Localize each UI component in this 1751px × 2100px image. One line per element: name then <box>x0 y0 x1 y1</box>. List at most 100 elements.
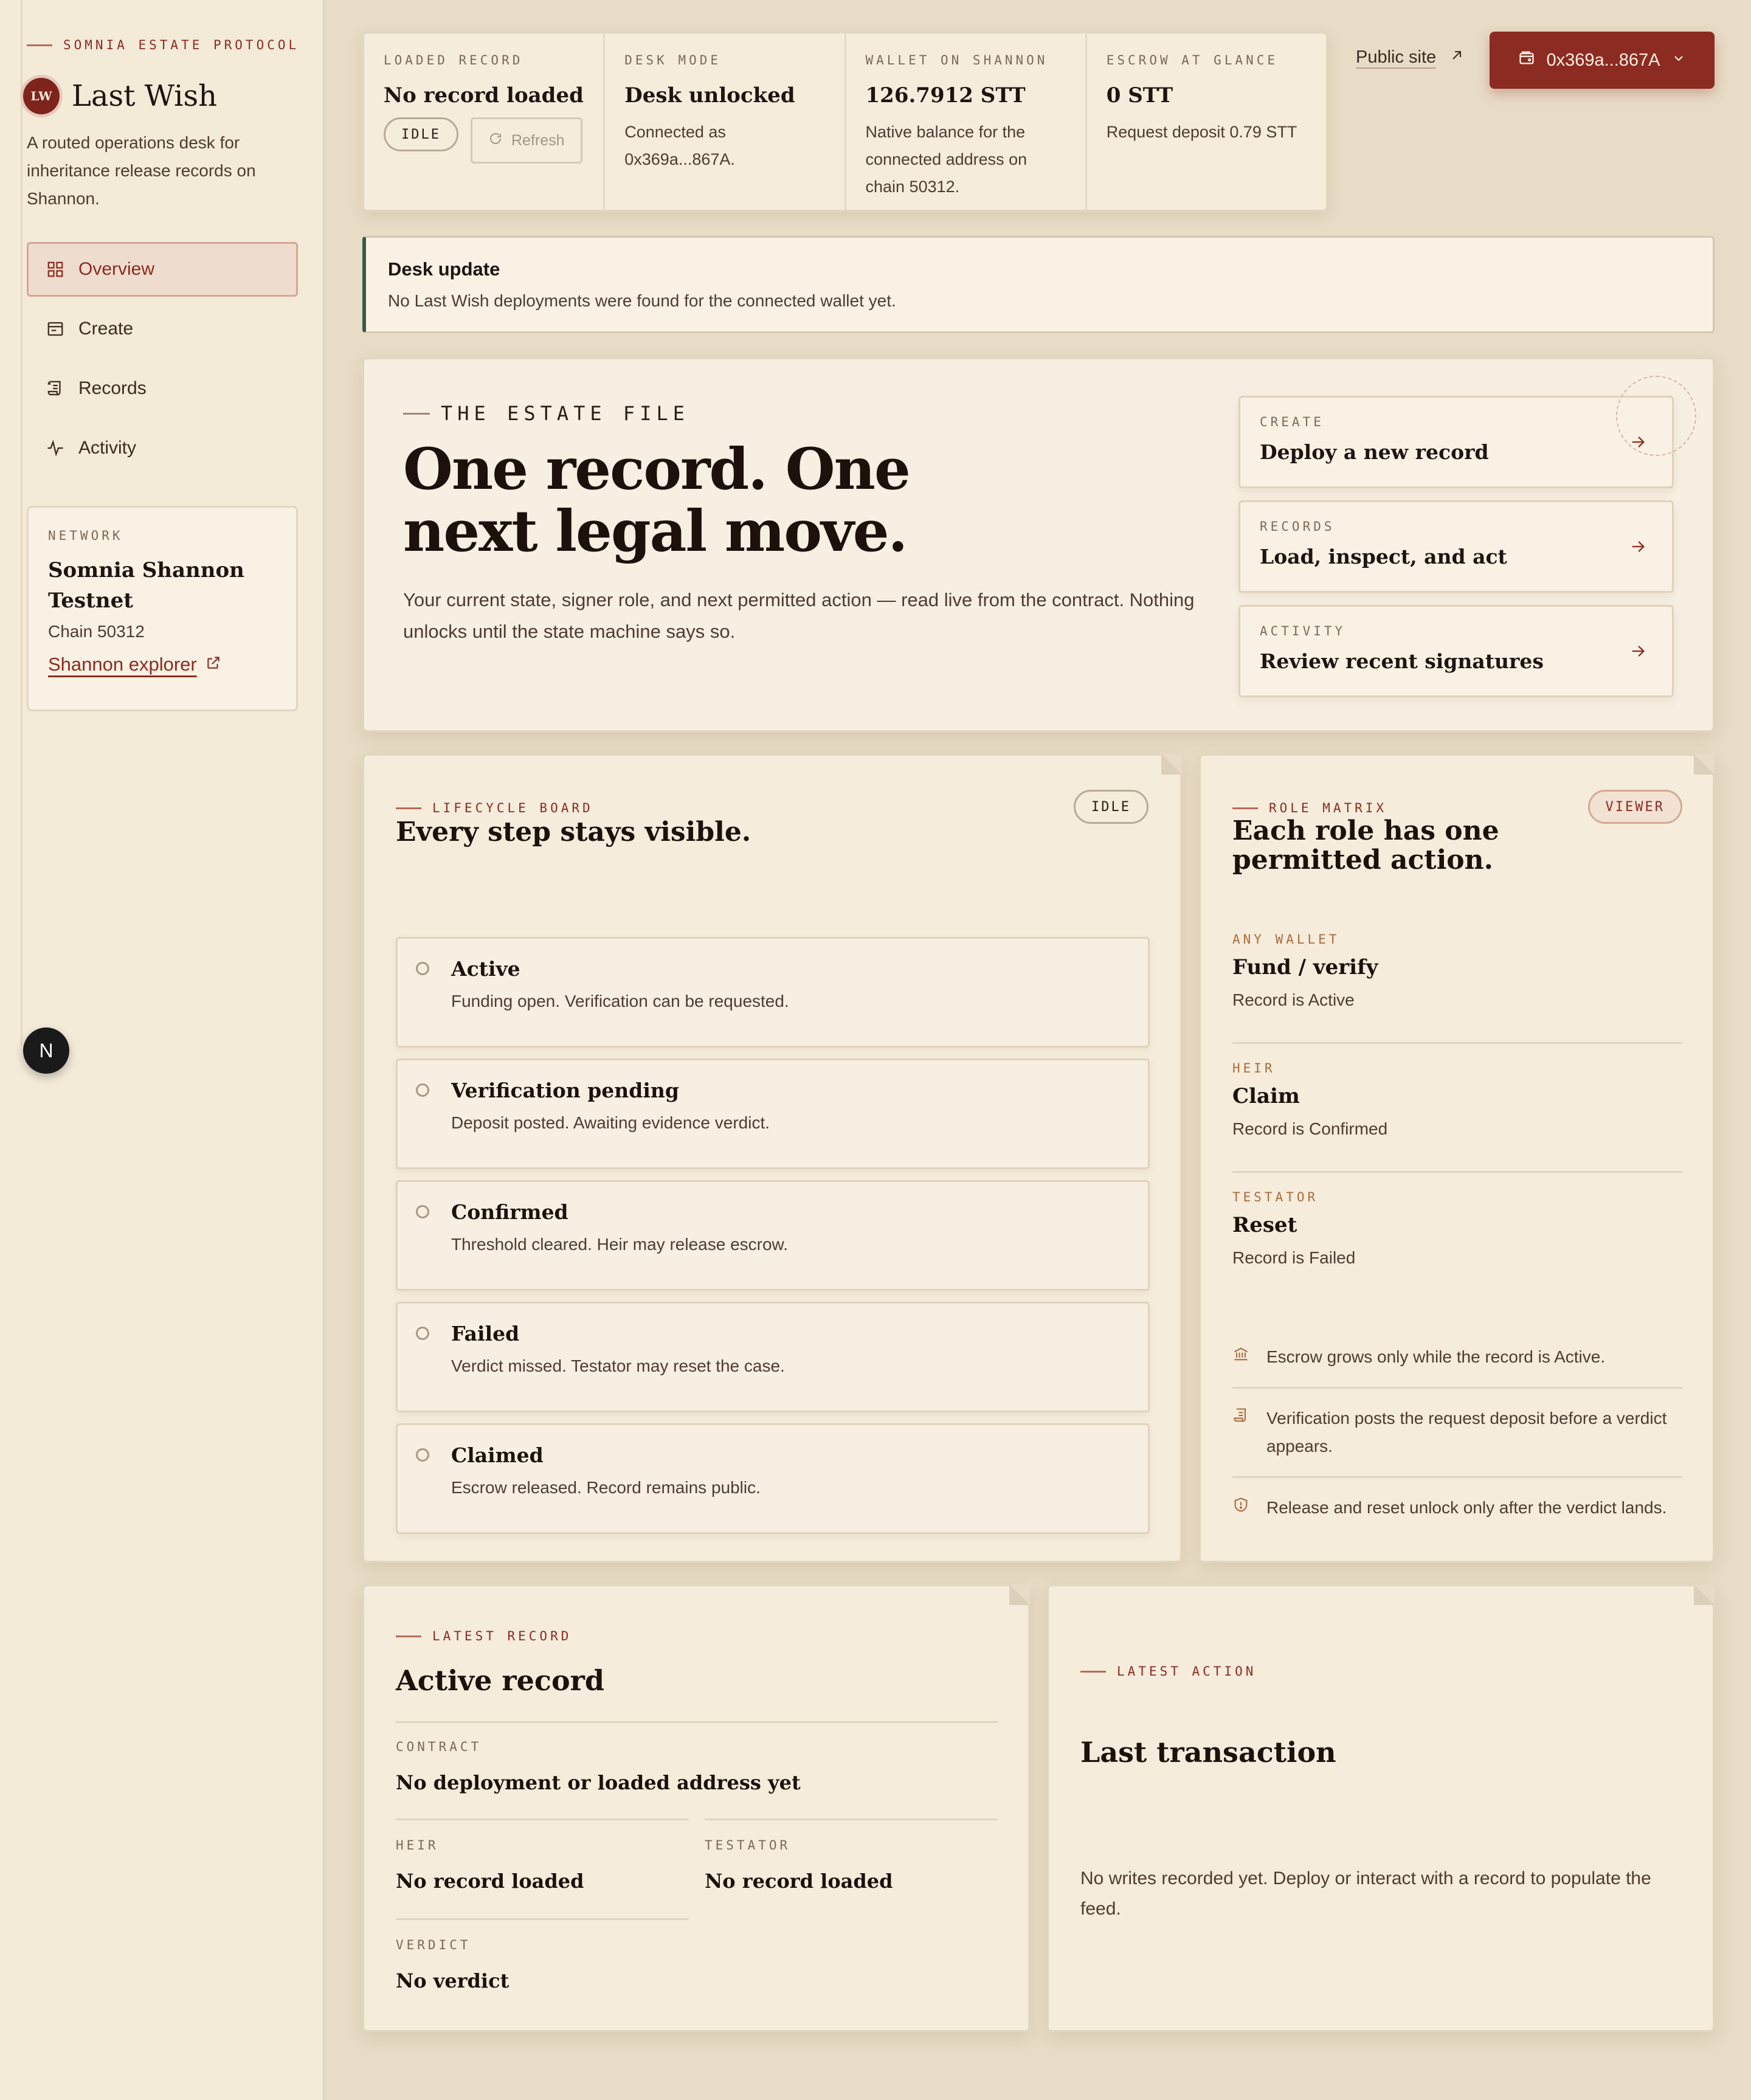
step-desc: Verdict missed. Testator may reset the c… <box>451 1356 785 1375</box>
step-desc: Deposit posted. Awaiting evidence verdic… <box>451 1113 770 1132</box>
nav-item-overview[interactable]: Overview <box>27 242 298 297</box>
brand[interactable]: LW Last Wish <box>23 78 217 114</box>
estate-file-hero: THE ESTATE FILE One record. One next leg… <box>362 357 1715 732</box>
viewer-role-badge: VIEWER <box>1587 790 1682 824</box>
card-icon <box>46 319 65 339</box>
step-dot-icon <box>416 1205 429 1218</box>
hero-eyebrow-text: THE ESTATE FILE <box>441 402 689 425</box>
lifecycle-step-verification-pending: Verification pending Deposit posted. Awa… <box>396 1059 1150 1169</box>
nav-item-create[interactable]: Create <box>27 302 298 356</box>
role-notes: Escrow grows only while the record is Ac… <box>1232 1327 1682 1538</box>
page-corner-fold <box>1694 1584 1715 1605</box>
bank-icon <box>1232 1343 1251 1371</box>
protocol-tag: SOMNIA ESTATE PROTOCOL <box>27 38 299 52</box>
role-action: Reset <box>1232 1213 1297 1237</box>
role-any-wallet: ANY WALLET Fund / verify Record is Activ… <box>1232 915 1682 1044</box>
scroll-icon <box>46 379 65 398</box>
eyebrow-dash <box>1080 1670 1106 1673</box>
latest-action-text: No writes recorded yet. Deploy or intera… <box>1080 1868 1651 1919</box>
step-desc: Funding open. Verification can be reques… <box>451 992 789 1010</box>
step-title: Failed <box>451 1322 520 1345</box>
hero-link-activity[interactable]: ACTIVITY Review recent signatures <box>1238 605 1674 697</box>
network-card: NETWORK Somnia Shannon Testnet Chain 503… <box>27 506 298 711</box>
divider <box>396 1721 998 1723</box>
nav-label: Create <box>78 319 134 339</box>
shield-icon <box>1232 1494 1251 1522</box>
hero-link-label: RECORDS <box>1260 519 1335 534</box>
verdict-field: VERDICT No verdict <box>396 1938 509 1992</box>
stat-escrow: ESCROW AT GLANCE 0 STT Request deposit 0… <box>1087 33 1326 210</box>
heir-field: HEIR No record loaded <box>396 1838 584 1893</box>
testator-field: TESTATOR No record loaded <box>705 1838 893 1893</box>
step-title: Claimed <box>451 1443 544 1467</box>
lifecycle-step-confirmed: Confirmed Threshold cleared. Heir may re… <box>396 1180 1150 1291</box>
step-title: Confirmed <box>451 1200 568 1224</box>
eyebrow-dash <box>396 807 421 809</box>
role-condition: Record is Active <box>1232 990 1355 1009</box>
nav-item-records[interactable]: Records <box>27 361 298 416</box>
role-list: ANY WALLET Fund / verify Record is Activ… <box>1232 915 1682 1302</box>
lifecycle-status-badge: IDLE <box>1074 790 1148 824</box>
arrow-up-right-icon <box>1449 47 1464 67</box>
update-title: Desk update <box>388 258 500 280</box>
n-badge-button[interactable]: N <box>23 1028 69 1074</box>
roles-eyebrow-text: ROLE MATRIX <box>1269 801 1387 815</box>
step-dot-icon <box>416 1083 429 1097</box>
refresh-button[interactable]: Refresh <box>470 117 582 164</box>
hero-link-label: ACTIVITY <box>1260 624 1346 638</box>
public-site-label: Public site <box>1356 47 1437 67</box>
refresh-icon <box>488 131 503 150</box>
update-text: No Last Wish deployments were found for … <box>388 291 896 310</box>
external-link-icon <box>205 654 221 675</box>
role-action: Fund / verify <box>1232 955 1378 979</box>
idle-status-pill: IDLE <box>384 117 458 151</box>
field-label: CONTRACT <box>396 1739 482 1754</box>
protocol-text: SOMNIA ESTATE PROTOCOL <box>63 38 300 52</box>
field-value: No verdict <box>396 1969 509 1992</box>
page-corner-fold <box>1161 754 1182 775</box>
hero-description: Your current state, signer role, and nex… <box>403 589 1195 642</box>
note-item: Verification posts the request deposit b… <box>1232 1389 1682 1478</box>
stat-sub: Connected as 0x369a...867A. <box>624 123 735 168</box>
role-label: ANY WALLET <box>1232 932 1340 947</box>
note-text: Verification posts the request deposit b… <box>1266 1409 1667 1456</box>
latest-record-title: Active record <box>396 1664 605 1697</box>
hero-link-records[interactable]: RECORDS Load, inspect, and act <box>1238 500 1674 593</box>
sidebar-nav: Overview Create Records Activity <box>27 242 298 480</box>
stat-label: WALLET ON SHANNON <box>865 53 1048 67</box>
step-desc: Threshold cleared. Heir may release escr… <box>451 1235 789 1254</box>
page-corner-fold <box>1694 754 1715 775</box>
wallet-button[interactable]: 0x369a...867A <box>1490 32 1715 89</box>
stat-value: 0 STT <box>1106 83 1173 108</box>
chevron-down-icon <box>1671 50 1686 71</box>
hero-link-create[interactable]: CREATE Deploy a new record <box>1238 376 1696 488</box>
role-condition: Record is Confirmed <box>1232 1119 1388 1138</box>
stat-sub: Request deposit 0.79 STT <box>1106 123 1297 141</box>
lifecycle-title: Every step stays visible. <box>396 817 751 848</box>
stat-label: ESCROW AT GLANCE <box>1106 53 1279 67</box>
eyebrow-dash <box>396 1635 421 1637</box>
divider <box>396 1918 689 1920</box>
desk-update-banner: Desk update No Last Wish deployments wer… <box>362 236 1715 333</box>
scroll-icon <box>1232 1404 1251 1460</box>
explorer-link[interactable]: Shannon explorer <box>48 654 277 675</box>
lifecycle-steps: Active Funding open. Verification can be… <box>396 937 1150 1545</box>
lifecycle-step-active: Active Funding open. Verification can be… <box>396 937 1150 1048</box>
lifecycle-eyebrow-text: LIFECYCLE BOARD <box>432 801 593 815</box>
latest-record-eyebrow-text: LATEST RECORD <box>432 1629 572 1643</box>
step-dot-icon <box>416 1448 429 1462</box>
step-dot-icon <box>416 1327 429 1340</box>
role-heir: HEIR Claim Record is Confirmed <box>1232 1044 1682 1173</box>
hero-eyebrow: THE ESTATE FILE <box>403 402 689 425</box>
latest-action-title: Last transaction <box>1080 1736 1336 1769</box>
nav-item-activity[interactable]: Activity <box>27 421 298 475</box>
nav-label: Activity <box>78 438 137 458</box>
stat-desk-mode: DESK MODE Desk unlocked Connected as 0x3… <box>605 33 846 210</box>
app-name: Last Wish <box>72 79 218 113</box>
contract-field: CONTRACT No deployment or loaded address… <box>396 1739 801 1794</box>
field-label: TESTATOR <box>705 1838 791 1853</box>
role-testator: TESTATOR Reset Record is Failed <box>1232 1173 1682 1302</box>
public-site-link[interactable]: Public site <box>1356 47 1464 67</box>
note-item: Release and reset unlock only after the … <box>1232 1478 1682 1538</box>
step-title: Active <box>451 957 520 981</box>
